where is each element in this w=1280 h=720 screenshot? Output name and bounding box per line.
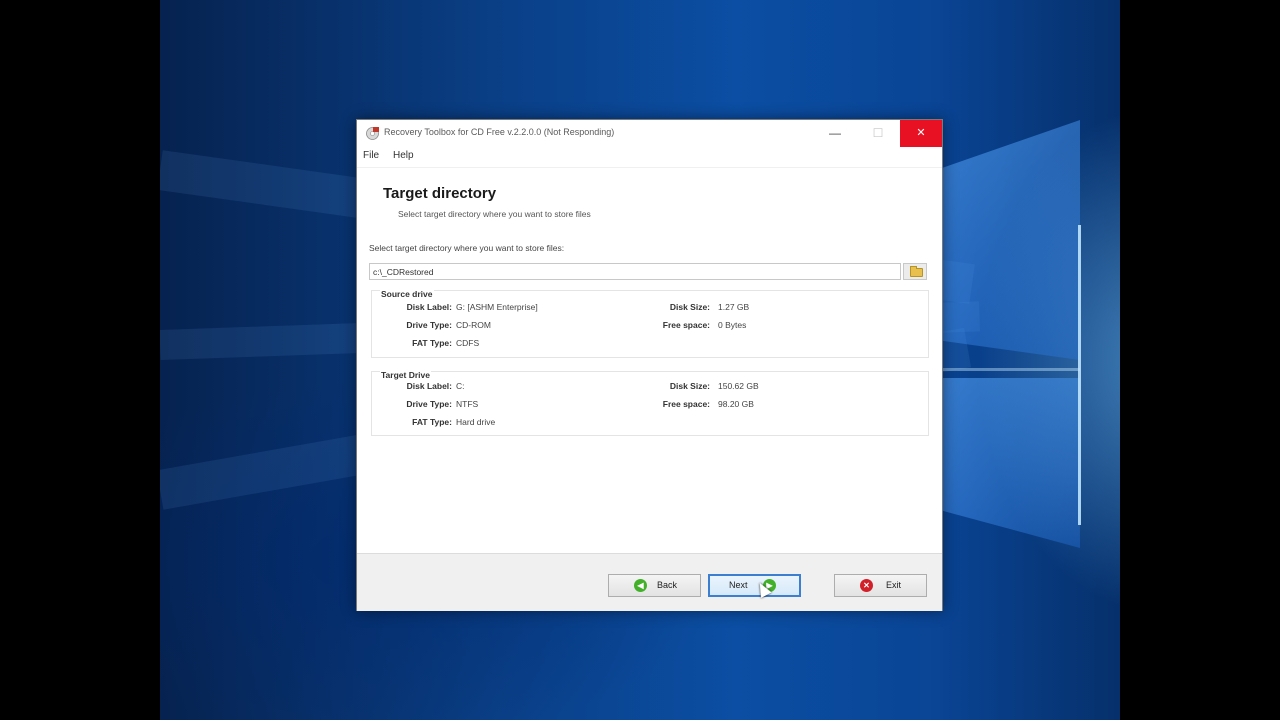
target-disk-size: 150.62 GB	[718, 381, 759, 391]
source-fat-type: CDFS	[456, 338, 480, 348]
wizard-footer: ◀ Back Next ▶ ✕ Exit	[357, 553, 942, 611]
title-bar[interactable]: Recovery Toolbox for CD Free v.2.2.0.0 (…	[357, 120, 942, 147]
minimize-button[interactable]: —	[814, 120, 856, 147]
menu-file[interactable]: File	[363, 150, 379, 161]
target-directory-label: Select target directory where you want t…	[369, 243, 565, 253]
fat-type-caption: FAT Type:	[412, 338, 452, 348]
folder-icon	[910, 266, 923, 277]
exit-button[interactable]: ✕ Exit	[834, 574, 927, 597]
target-drive-type: NTFS	[456, 399, 479, 409]
recovery-toolbox-icon	[366, 127, 379, 140]
windows-logo-pane	[942, 120, 1080, 360]
wizard-content: Target directory Select target directory…	[357, 168, 942, 553]
windows-logo-edge	[1078, 225, 1081, 525]
target-directory-input[interactable]: c:\_CDRestored	[369, 263, 901, 280]
maximize-button[interactable]: ☐	[857, 120, 899, 147]
window-title: Recovery Toolbox for CD Free v.2.2.0.0 (…	[384, 127, 615, 137]
disk-size-caption: Disk Size:	[669, 302, 710, 312]
menu-bar: File Help	[357, 147, 942, 167]
drive-type-caption: Drive Type:	[406, 320, 452, 330]
windows-logo-edge	[942, 368, 1080, 371]
green-arrow-left-icon: ◀	[634, 579, 647, 592]
recovery-toolbox-window: Recovery Toolbox for CD Free v.2.2.0.0 (…	[356, 119, 943, 611]
browse-button[interactable]	[903, 263, 927, 280]
close-button[interactable]: ✕	[900, 120, 942, 147]
next-button-label: Next	[729, 580, 748, 590]
windows-logo-pane	[942, 378, 1080, 548]
target-drive-title: Target Drive	[380, 370, 431, 380]
free-space-caption: Free space:	[662, 320, 710, 330]
source-disk-size: 1.27 GB	[718, 302, 750, 312]
source-disk-label: G: [ASHM Enterprise]	[456, 302, 538, 312]
page-subtitle: Select target directory where you want t…	[398, 209, 591, 219]
red-x-icon: ✕	[860, 579, 873, 592]
disk-size-caption: Disk Size:	[669, 381, 710, 391]
source-drive-title: Source drive	[380, 289, 434, 299]
target-free-space: 98.20 GB	[718, 399, 754, 409]
disk-label-caption: Disk Label:	[406, 381, 452, 391]
drive-type-caption: Drive Type:	[406, 399, 452, 409]
source-free-space: 0 Bytes	[718, 320, 747, 330]
source-drive-type: CD-ROM	[456, 320, 491, 330]
exit-button-label: Exit	[886, 580, 902, 590]
target-disk-label: C:	[456, 381, 465, 391]
source-drive-group: Source drive Disk Label: G: [ASHM Enterp…	[371, 289, 929, 358]
target-fat-type: Hard drive	[456, 417, 496, 427]
free-space-caption: Free space:	[662, 399, 710, 409]
back-button-label: Back	[657, 580, 678, 590]
back-button[interactable]: ◀ Back	[608, 574, 701, 597]
disk-label-caption: Disk Label:	[406, 302, 452, 312]
page-title: Target directory	[383, 185, 497, 202]
target-drive-group: Target Drive Disk Label: C: Drive Type: …	[371, 370, 929, 436]
fat-type-caption: FAT Type:	[412, 417, 452, 427]
menu-help[interactable]: Help	[393, 150, 414, 161]
